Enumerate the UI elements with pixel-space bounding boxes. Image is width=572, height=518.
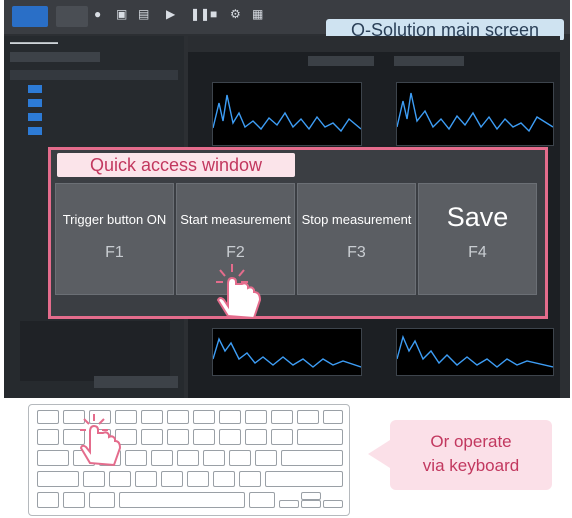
play-icon[interactable]: ▶: [166, 8, 178, 20]
keyboard-key: [119, 492, 245, 508]
keyboard-key: [249, 492, 275, 508]
stop-measurement-button[interactable]: Stop measurement F3: [297, 183, 416, 295]
keyboard-key: [141, 410, 163, 424]
channel-swatch: [28, 113, 42, 121]
button-label: Save: [446, 202, 509, 232]
function-key-label: F1: [105, 244, 124, 261]
keyboard-illustration: [28, 404, 350, 516]
hand-cursor-icon: [216, 264, 262, 320]
keyboard-key: [271, 429, 293, 445]
channel-swatch: [28, 127, 42, 135]
keyboard-key: [109, 471, 131, 487]
spectrum-trace: [396, 334, 554, 368]
keyboard-key: [323, 410, 343, 424]
keyboard-key: [83, 471, 105, 487]
keyboard-key: [177, 450, 199, 466]
keyboard-key: [229, 450, 251, 466]
graph-icon[interactable]: ▦: [252, 8, 264, 20]
screen-layout-button[interactable]: [56, 6, 88, 27]
keyboard-key: [167, 410, 189, 424]
keyboard-key: [301, 500, 321, 508]
table-row[interactable]: [10, 126, 178, 136]
function-key-label: F4: [468, 244, 487, 261]
callout-pointer: [368, 440, 390, 468]
input-condition-button[interactable]: [94, 376, 178, 388]
keyboard-key: [297, 410, 319, 424]
keyboard-key: [193, 410, 215, 424]
keyboard-key: [281, 450, 343, 466]
spectrum-trace: [212, 337, 362, 368]
table-row[interactable]: [10, 84, 178, 94]
monitor-button[interactable]: [12, 6, 48, 27]
keyboard-key: [37, 429, 59, 445]
keyboard-key: [203, 450, 225, 466]
graph-tab-bar: [188, 36, 560, 52]
callout-line-2: via keyboard: [422, 456, 520, 475]
record-icon[interactable]: ●: [94, 8, 106, 20]
trigger-on-button[interactable]: Trigger button ON F1: [55, 183, 174, 295]
analysis-select[interactable]: [394, 56, 464, 66]
channel-list: [20, 321, 170, 381]
keyboard-callout: Or operate via keyboard: [390, 420, 552, 490]
graph-plot-w3[interactable]: [212, 328, 362, 376]
keyboard-key: [239, 471, 261, 487]
button-label: Start measurement: [180, 212, 291, 227]
keyboard-key: [89, 492, 115, 508]
button-label: Trigger button ON: [62, 212, 167, 227]
quick-access-callout: Quick access window: [57, 153, 295, 177]
keyboard-key: [255, 450, 277, 466]
save-file-icon[interactable]: ▣: [116, 8, 128, 20]
keyboard-key: [135, 471, 157, 487]
keyboard-key: [245, 410, 267, 424]
hand-cursor-icon: [80, 414, 122, 467]
print-icon[interactable]: ▤: [138, 8, 150, 20]
keyboard-key: [151, 450, 173, 466]
keyboard-key: [245, 429, 267, 445]
stop-icon[interactable]: ■: [210, 8, 222, 20]
function-key-label: F3: [347, 244, 366, 261]
keyboard-key: [37, 410, 59, 424]
keyboard-key: [213, 471, 235, 487]
keyboard-key: [219, 429, 241, 445]
keyboard-key: [193, 429, 215, 445]
function-key-label: F2: [226, 244, 245, 261]
keyboard-key: [271, 410, 293, 424]
callout-line-1: Or operate: [430, 432, 512, 451]
keyboard-key: [141, 429, 163, 445]
keyboard-key: [37, 471, 79, 487]
graph-plot-w2[interactable]: [396, 82, 554, 146]
settings-button[interactable]: [10, 52, 100, 62]
pause-icon[interactable]: ❚❚: [190, 8, 210, 20]
keyboard-key: [297, 429, 343, 445]
keyboard-key: [265, 471, 343, 487]
table-row[interactable]: [10, 98, 178, 108]
spectrum-trace: [396, 92, 554, 133]
table-header: [10, 70, 178, 80]
save-button[interactable]: Save F4: [418, 183, 537, 295]
settings-icon[interactable]: ⚙: [230, 8, 242, 20]
keyboard-key: [37, 492, 59, 508]
spectrum-trace: [212, 94, 362, 133]
graph-plot-w4[interactable]: [396, 328, 554, 376]
right-toolbar: [560, 40, 570, 398]
keyboard-key: [301, 492, 321, 500]
keyboard-key: [187, 471, 209, 487]
keyboard-key: [219, 410, 241, 424]
graph-plot-w1[interactable]: [212, 82, 362, 146]
keyboard-key: [279, 500, 299, 508]
keyboard-key: [63, 492, 85, 508]
table-row[interactable]: [10, 112, 178, 122]
graph-type-select[interactable]: [308, 56, 374, 66]
keyboard-key: [161, 471, 183, 487]
channel-swatch: [28, 99, 42, 107]
panel-title-bar: ▬▬▬▬▬▬▬▬: [10, 40, 58, 46]
keyboard-key: [323, 500, 343, 508]
channel-swatch: [28, 85, 42, 93]
keyboard-key: [167, 429, 189, 445]
button-label: Stop measurement: [301, 212, 412, 227]
keyboard-key: [37, 450, 69, 466]
